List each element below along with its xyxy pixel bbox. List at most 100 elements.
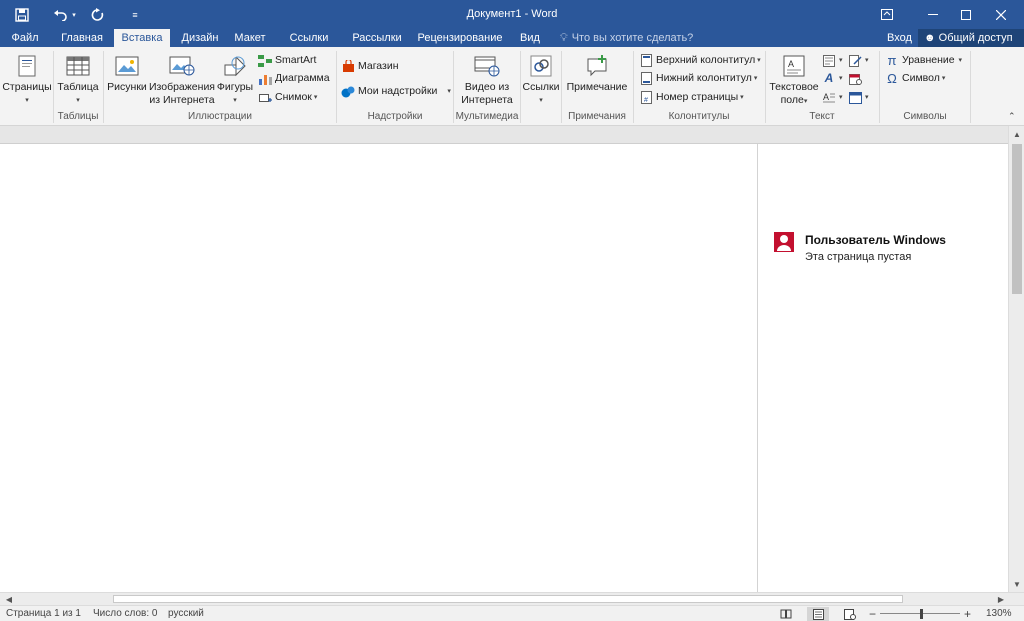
group-label-media: Мультимедиа bbox=[455, 111, 519, 122]
wordart-button[interactable]: A ▾ bbox=[822, 70, 843, 87]
share-button[interactable]: ☻ Общий доступ bbox=[918, 29, 1024, 47]
web-layout-icon[interactable] bbox=[839, 607, 861, 621]
shapes-button[interactable]: Фигуры ▾ bbox=[216, 53, 254, 107]
footer-caret-icon: ▾ bbox=[751, 75, 758, 82]
tab-insert[interactable]: Вставка bbox=[114, 29, 170, 47]
comment-text[interactable]: Эта страница пустая bbox=[805, 251, 911, 263]
tab-view[interactable]: Вид bbox=[516, 29, 544, 47]
footer-button[interactable]: Нижний колонтитул ▾ bbox=[639, 70, 757, 87]
horizontal-scroll-thumb[interactable] bbox=[113, 595, 903, 603]
new-comment-label: Примечание bbox=[566, 81, 628, 93]
language-indicator[interactable]: русский bbox=[168, 607, 204, 621]
object-button[interactable]: ▾ bbox=[848, 89, 869, 106]
new-comment-button[interactable]: Примечание bbox=[564, 53, 630, 94]
pages-caret-icon: ▾ bbox=[25, 97, 29, 104]
scroll-down-icon[interactable]: ▼ bbox=[1009, 576, 1024, 592]
header-button[interactable]: Верхний колонтитул ▾ bbox=[639, 52, 761, 69]
tab-review[interactable]: Рецензирование bbox=[416, 29, 504, 47]
read-mode-icon[interactable] bbox=[775, 607, 797, 621]
tab-mailings[interactable]: Рассылки bbox=[346, 29, 408, 47]
online-pictures-label-1: Изображения bbox=[149, 81, 215, 93]
ribbon-tabs: Файл Главная Вставка Дизайн Макет Ссылки… bbox=[0, 29, 1024, 47]
horizontal-scrollbar[interactable]: ◀ ▶ bbox=[0, 592, 1024, 605]
pictures-button[interactable]: Рисунки bbox=[106, 53, 148, 94]
group-label-tables: Таблицы bbox=[57, 111, 99, 122]
page-count[interactable]: Страница 1 из 1 bbox=[6, 607, 81, 621]
symbol-button[interactable]: Ω Символ ▾ bbox=[885, 70, 945, 87]
equation-button[interactable]: π Уравнение ▾ bbox=[885, 52, 963, 69]
page-number-label: Номер страницы bbox=[656, 91, 739, 103]
vertical-scroll-thumb[interactable] bbox=[1012, 144, 1022, 294]
store-button[interactable]: Магазин bbox=[341, 58, 399, 75]
collapse-ribbon-icon[interactable]: ⌃ bbox=[1008, 111, 1016, 122]
sign-in-link[interactable]: Вход bbox=[887, 29, 912, 47]
tell-me-box[interactable]: 💡︎ Что вы хотите сделать? bbox=[560, 29, 693, 47]
date-time-button[interactable] bbox=[848, 70, 865, 87]
links-caret-icon: ▾ bbox=[539, 97, 543, 104]
print-layout-icon[interactable] bbox=[807, 607, 829, 621]
ribbon-display-options-icon[interactable] bbox=[864, 0, 910, 29]
tab-references[interactable]: Ссылки bbox=[284, 29, 334, 47]
divider bbox=[520, 51, 521, 123]
wordart-caret-icon: ▾ bbox=[839, 75, 843, 82]
wordart-icon: A bbox=[824, 71, 834, 85]
my-addins-icon bbox=[341, 85, 355, 99]
scroll-right-icon[interactable]: ▶ bbox=[994, 593, 1008, 605]
chart-icon bbox=[258, 72, 272, 86]
tab-file[interactable]: Файл bbox=[2, 29, 48, 47]
online-video-button[interactable]: Видео из Интернета bbox=[458, 53, 516, 107]
pages-button[interactable]: Страницы ▾ bbox=[2, 53, 52, 107]
smartart-label: SmartArt bbox=[275, 54, 317, 66]
scroll-left-icon[interactable]: ◀ bbox=[2, 593, 16, 605]
vertical-scrollbar[interactable]: ▲ ▼ bbox=[1008, 126, 1024, 592]
shapes-label: Фигуры bbox=[216, 81, 254, 93]
drop-cap-icon: A bbox=[822, 91, 836, 105]
group-label-text: Текст bbox=[809, 111, 835, 122]
scroll-up-icon[interactable]: ▲ bbox=[1009, 126, 1024, 142]
word-count[interactable]: Число слов: 0 bbox=[93, 607, 157, 621]
quick-parts-caret-icon: ▾ bbox=[839, 57, 843, 64]
document-top-strip bbox=[0, 126, 1008, 144]
screenshot-button[interactable]: Снимок ▾ bbox=[258, 89, 317, 106]
tab-home[interactable]: Главная bbox=[54, 29, 110, 47]
svg-text:A: A bbox=[788, 59, 794, 69]
drop-cap-button[interactable]: A ▾ bbox=[822, 89, 843, 106]
equation-caret-icon: ▾ bbox=[954, 57, 963, 64]
signature-line-button[interactable]: ▾ bbox=[848, 52, 869, 69]
footer-icon bbox=[639, 72, 653, 86]
page-number-caret-icon: ▾ bbox=[738, 94, 744, 101]
pages-label: Страницы bbox=[2, 81, 52, 93]
online-pictures-label-2: из Интернета bbox=[149, 94, 215, 106]
zoom-in-icon[interactable]: + bbox=[964, 607, 971, 621]
page-number-button[interactable]: # Номер страницы ▾ bbox=[639, 89, 744, 106]
tell-me-text: Что вы хотите сделать? bbox=[571, 32, 694, 44]
status-bar: Страница 1 из 1 Число слов: 0 русский − … bbox=[0, 605, 1024, 621]
ribbon-insert: Страницы ▾ Таблица ▾ Таблицы Рисунки Изо… bbox=[0, 47, 1024, 126]
my-addins-button[interactable]: Мои надстройки ▾ bbox=[341, 83, 451, 100]
close-icon[interactable] bbox=[978, 0, 1024, 29]
chart-button[interactable]: Диаграмма bbox=[258, 70, 330, 87]
table-button[interactable]: Таблица ▾ bbox=[56, 53, 100, 107]
shapes-icon bbox=[221, 53, 249, 79]
smartart-icon bbox=[258, 54, 272, 68]
group-label-addins: Надстройки bbox=[367, 111, 423, 122]
group-label-symbols: Символы bbox=[903, 111, 947, 122]
tab-layout[interactable]: Макет bbox=[230, 29, 270, 47]
smartart-button[interactable]: SmartArt bbox=[258, 52, 316, 69]
online-pictures-button[interactable]: Изображения из Интернета bbox=[149, 53, 215, 107]
page-number-icon: # bbox=[639, 91, 653, 105]
my-addins-label: Мои надстройки bbox=[358, 85, 438, 97]
quick-parts-button[interactable]: ▾ bbox=[822, 52, 843, 69]
chart-label: Диаграмма bbox=[275, 72, 330, 84]
links-label: Ссылки bbox=[522, 81, 560, 93]
tab-design[interactable]: Дизайн bbox=[176, 29, 224, 47]
links-button[interactable]: Ссылки ▾ bbox=[522, 53, 560, 107]
zoom-level[interactable]: 130% bbox=[986, 607, 1012, 621]
zoom-slider-thumb[interactable] bbox=[920, 609, 923, 619]
text-box-button[interactable]: A Текстовое поле▾ bbox=[768, 53, 820, 108]
svg-text:#: # bbox=[644, 97, 648, 104]
table-icon bbox=[64, 53, 92, 79]
store-label: Магазин bbox=[358, 60, 399, 72]
screenshot-icon bbox=[258, 91, 272, 105]
zoom-out-icon[interactable]: − bbox=[869, 607, 876, 621]
